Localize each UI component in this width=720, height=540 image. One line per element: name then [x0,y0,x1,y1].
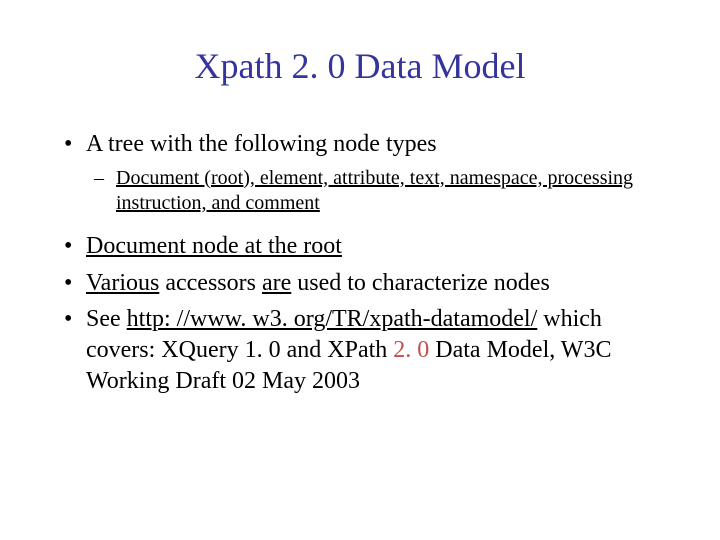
bullet-text-part: accessors [159,270,262,296]
bullet-text-part: See [86,306,127,332]
slide-title: Xpath 2. 0 Data Model [60,45,660,87]
bullet-text: A tree with the following node types [86,131,437,157]
bullet-text-part: are [262,270,291,296]
url-link[interactable]: http: //www. w3. org/TR/xpath-datamodel/ [127,306,538,332]
bullet-item: Document node at the root [60,231,660,262]
sub-bullet-text: Document (root), element, attribute, tex… [116,167,633,215]
bullet-item: Various accessors are used to characteri… [60,268,660,299]
sub-bullet-item: Document (root), element, attribute, tex… [60,166,660,217]
bullet-text-part: Various [86,270,159,296]
bullet-item: See http: //www. w3. org/TR/xpath-datamo… [60,304,660,396]
bullet-item: A tree with the following node types [60,129,660,160]
bullet-text-accent: 2. 0 [393,337,435,363]
bullet-list: A tree with the following node types Doc… [60,129,660,397]
bullet-text-part: used to characterize nodes [291,270,550,296]
bullet-text: Document node at the root [86,233,342,259]
